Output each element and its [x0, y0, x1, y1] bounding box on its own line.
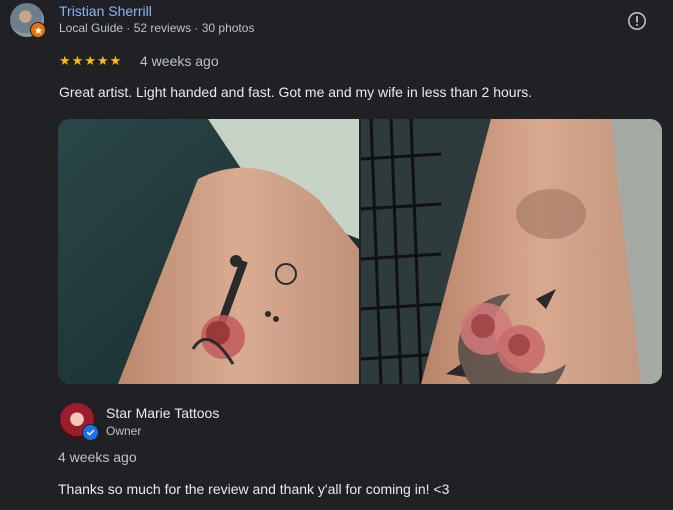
report-flag-icon[interactable]	[627, 11, 647, 31]
review-photo-2[interactable]	[361, 119, 662, 384]
star-icon: ★	[109, 53, 122, 68]
owner-role-label: Owner	[106, 424, 142, 438]
star-icon: ★	[84, 53, 96, 68]
owner-name: Star Marie Tattoos	[106, 405, 220, 421]
review-text: Great artist. Light handed and fast. Got…	[59, 84, 533, 100]
review-photo-1[interactable]	[58, 119, 359, 384]
reviewer-meta: Local Guide · 52 reviews · 30 photos	[59, 21, 255, 35]
verified-check-icon	[82, 424, 99, 441]
review-date: 4 weeks ago	[140, 53, 219, 69]
star-icon: ★	[96, 53, 109, 68]
reply-date: 4 weeks ago	[58, 449, 137, 465]
star-icon: ★	[59, 53, 71, 68]
star-icon: ★	[71, 53, 84, 68]
reply-text: Thanks so much for the review and thank …	[58, 481, 450, 497]
local-guide-star-icon	[30, 22, 46, 38]
star-rating: ★ ★ ★ ★ ★	[59, 54, 121, 68]
reviewer-name[interactable]: Tristian Sherrill	[59, 3, 152, 19]
